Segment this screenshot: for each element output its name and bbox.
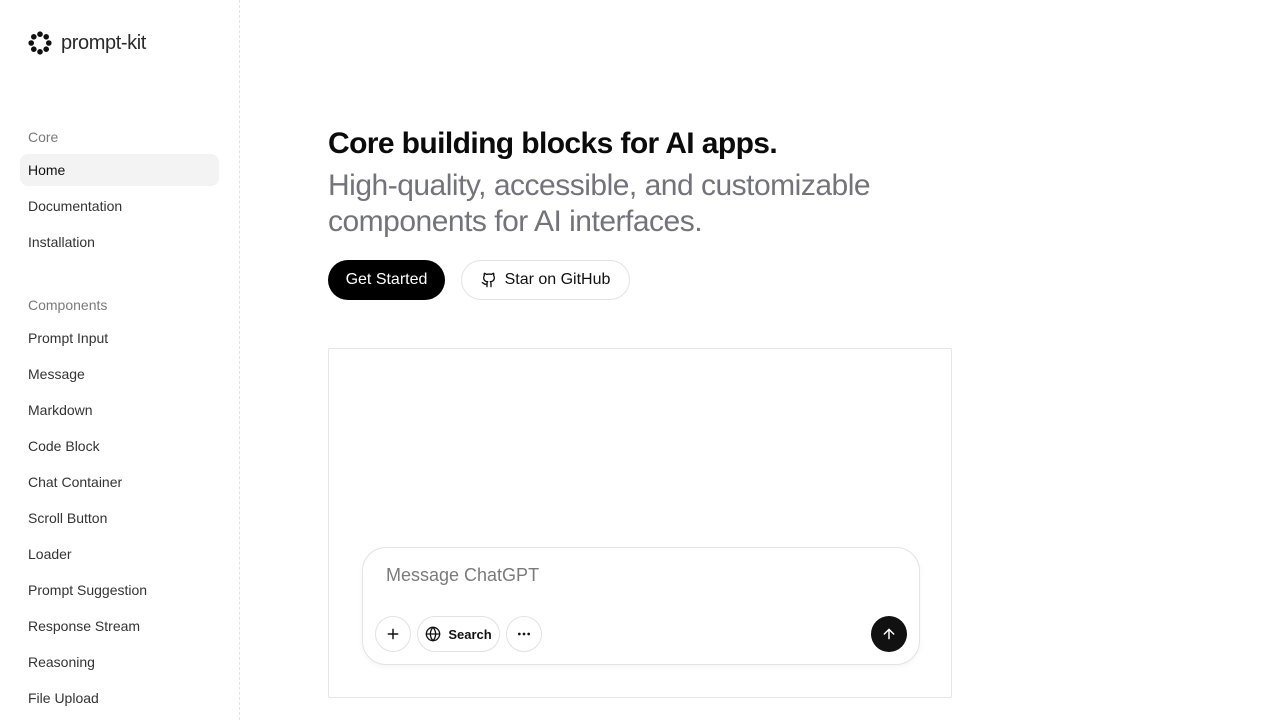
sidebar-item-installation[interactable]: Installation [20, 226, 219, 258]
star-on-github-button[interactable]: Star on GitHub [461, 260, 630, 300]
github-icon [481, 272, 495, 288]
sidebar-item-chat-container[interactable]: Chat Container [20, 466, 219, 498]
brand[interactable]: prompt-kit [28, 31, 146, 55]
sidebar-item-markdown[interactable]: Markdown [20, 394, 219, 426]
search-label: Search [448, 626, 492, 642]
sidebar-item-home[interactable]: Home [20, 154, 219, 186]
hero-title: Core building blocks for AI apps. [328, 127, 778, 160]
sidebar: prompt-kit Core Home Documentation Insta… [0, 0, 240, 720]
add-button[interactable] [375, 616, 411, 652]
star-on-github-label: Star on GitHub [504, 271, 611, 288]
brand-name: prompt-kit [61, 31, 146, 54]
more-horizontal-icon [518, 632, 530, 636]
nav-section-core: Core [28, 129, 59, 145]
hero-subtitle: High-quality, accessible, and customizab… [328, 169, 871, 238]
sidebar-item-prompt-input[interactable]: Prompt Input [20, 322, 219, 354]
more-options-button[interactable] [506, 616, 542, 652]
plus-icon [387, 628, 399, 640]
sidebar-item-loader[interactable]: Loader [20, 538, 219, 570]
sidebar-item-response-stream[interactable]: Response Stream [20, 610, 219, 642]
prompt-input-demo: Search [328, 348, 952, 698]
get-started-label: Get Started [345, 271, 428, 288]
prompt-kit-logo-icon [28, 31, 52, 55]
sidebar-item-documentation[interactable]: Documentation [20, 190, 219, 222]
message-input[interactable] [386, 562, 886, 588]
globe-icon [425, 626, 441, 642]
get-started-button[interactable]: Get Started [328, 260, 445, 300]
sidebar-item-scroll-button[interactable]: Scroll Button [20, 502, 219, 534]
send-button[interactable] [871, 616, 907, 652]
sidebar-item-file-upload[interactable]: File Upload [20, 682, 219, 714]
sidebar-item-prompt-suggestion[interactable]: Prompt Suggestion [20, 574, 219, 606]
search-toggle-button[interactable]: Search [417, 616, 500, 652]
sidebar-item-reasoning[interactable]: Reasoning [20, 646, 219, 678]
sidebar-item-message[interactable]: Message [20, 358, 219, 390]
nav-section-components: Components [28, 297, 108, 313]
arrow-up-icon [883, 628, 895, 640]
prompt-input-box: Search [362, 547, 920, 665]
sidebar-item-code-block[interactable]: Code Block [20, 430, 219, 462]
main-content: Core building blocks for AI apps. High-q… [328, 0, 1228, 720]
